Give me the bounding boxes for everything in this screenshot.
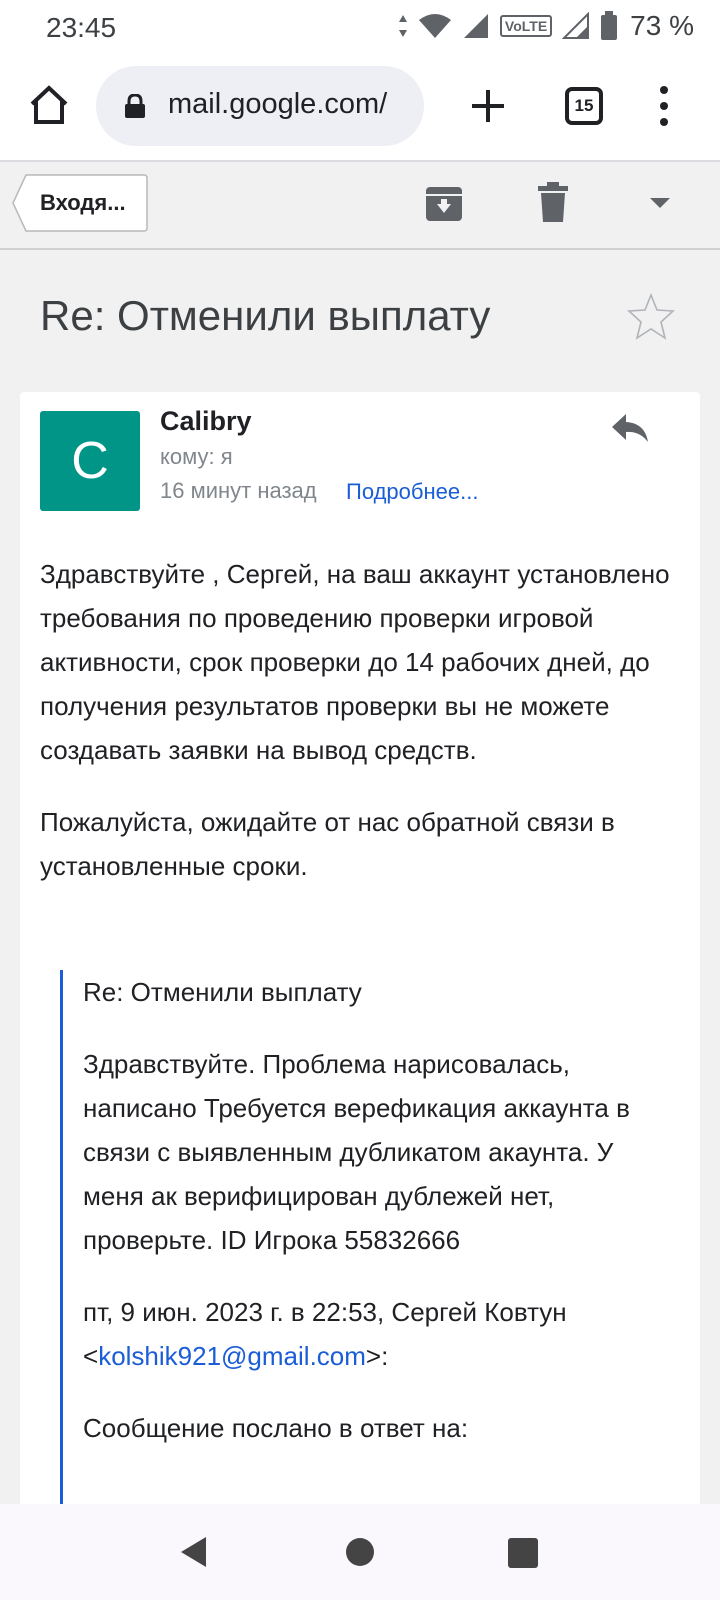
email-close-bracket: >: <box>365 1341 389 1371</box>
more-vert-icon[interactable] <box>650 86 678 130</box>
sender-name: Calibry <box>160 406 252 436</box>
wifi-icon <box>418 14 451 38</box>
recipient-line: кому: я <box>160 444 233 469</box>
quoted-message: Re: Отменили выплату Здравствуйте. Пробл… <box>60 970 680 1516</box>
message-card: C Calibry кому: я 16 минут назад Подробн… <box>20 392 700 1516</box>
details-link[interactable]: Подробнее... <box>346 479 478 505</box>
nav-back-icon[interactable] <box>180 1536 208 1568</box>
quote-attribution-prefix: пт, 9 июн. 2023 г. в 22:53, Сергей Ковту… <box>83 1297 567 1327</box>
tab-switcher-button[interactable]: 15 <box>565 87 603 125</box>
battery-icon <box>601 11 618 40</box>
gmail-action-bar: Входя... <box>0 164 720 250</box>
avatar: C <box>40 411 140 511</box>
message-subject: Re: Отменили выплату <box>40 292 491 339</box>
lock-icon <box>125 94 145 118</box>
reply-icon[interactable] <box>610 410 650 446</box>
data-arrows-icon <box>398 15 407 37</box>
signal-2-icon <box>562 12 590 39</box>
volte-badge: VoLTE <box>499 15 553 37</box>
email-open-bracket: < <box>83 1341 99 1371</box>
quote-subject: Re: Отменили выплату <box>83 977 362 1007</box>
quote-attribution: пт, 9 июн. 2023 г. в 22:53, Сергей Ковту… <box>83 1290 680 1378</box>
status-icons: VoLTE 73 % <box>398 10 694 42</box>
battery-percent: 73 % <box>630 10 694 41</box>
received-time: 16 минут назад <box>160 478 317 503</box>
url-text: mail.google.com/ <box>168 88 388 120</box>
address-bar[interactable]: mail.google.com/ <box>96 66 424 146</box>
archive-icon[interactable] <box>424 183 464 223</box>
star-outline-icon[interactable] <box>626 292 676 342</box>
quote-text: Здравствуйте. Проблема нарисовалась, нап… <box>83 1049 630 1255</box>
trash-icon[interactable] <box>538 182 568 222</box>
status-bar: 23:45 VoLTE 73 % <box>0 0 720 56</box>
home-icon[interactable] <box>26 82 72 128</box>
sender-email-link[interactable]: kolshik921@gmail.com <box>98 1341 366 1371</box>
caret-down-icon[interactable] <box>648 196 672 210</box>
nav-home-icon[interactable] <box>346 1538 374 1566</box>
message-body: Здравствуйте , Сергей, на ваш аккаунт ус… <box>40 552 680 916</box>
browser-toolbar: mail.google.com/ 15 <box>0 56 720 162</box>
body-paragraph: Здравствуйте , Сергей, на ваш аккаунт ус… <box>40 559 670 765</box>
signal-icon <box>463 14 488 38</box>
status-time: 23:45 <box>46 12 117 43</box>
back-to-inbox-button[interactable]: Входя... <box>12 174 148 232</box>
back-button-label: Входя... <box>40 190 126 215</box>
quote-reply-note: Сообщение послано в ответ на: <box>83 1413 469 1443</box>
plus-icon[interactable] <box>466 84 510 128</box>
nav-recents-icon[interactable] <box>508 1538 538 1568</box>
body-paragraph: Пожалуйста, ожидайте от нас обратной свя… <box>40 807 615 881</box>
android-nav-bar <box>0 1504 720 1600</box>
